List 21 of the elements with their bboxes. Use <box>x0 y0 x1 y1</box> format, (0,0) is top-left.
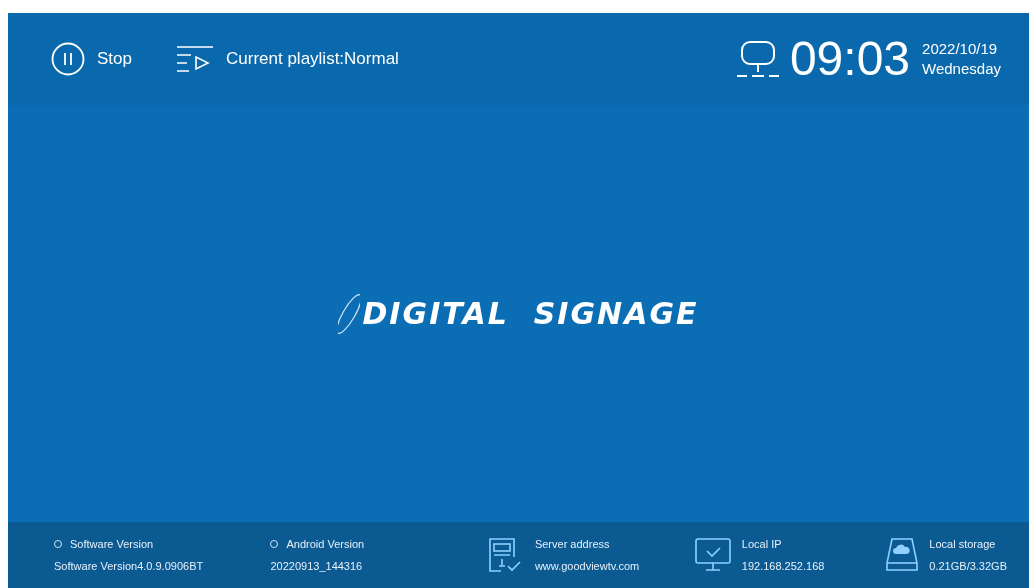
current-playlist: Current playlist:Normal <box>226 48 399 71</box>
info-value: 20220913_144316 <box>270 559 364 574</box>
info-value: 0.21GB/3.32GB <box>929 559 1007 574</box>
playlist-icon <box>176 45 214 73</box>
info-value: 192.168.252.168 <box>741 559 825 574</box>
info-label: Android Version <box>286 536 365 552</box>
drive-icon <box>885 537 920 573</box>
info-value: Software Version4.0.9.0906BT <box>54 559 204 574</box>
network-icon <box>735 40 780 78</box>
monitor-check-icon <box>693 537 732 573</box>
clock-time: 09:03 <box>789 35 911 83</box>
pause-icon <box>51 42 85 76</box>
date: 2022/10/19 <box>922 39 999 59</box>
logo-text: DIGITAL SIGNAGE <box>362 295 699 333</box>
info-label: Software Version <box>70 536 154 552</box>
info-label: Server address <box>534 536 610 552</box>
stop-button[interactable]: Stop <box>51 42 132 76</box>
info-value: www.goodviewtv.com <box>534 559 640 574</box>
weekday: Wednesday <box>922 59 1001 79</box>
info-label: Local storage <box>929 536 996 552</box>
info-label: Local IP <box>741 536 782 552</box>
